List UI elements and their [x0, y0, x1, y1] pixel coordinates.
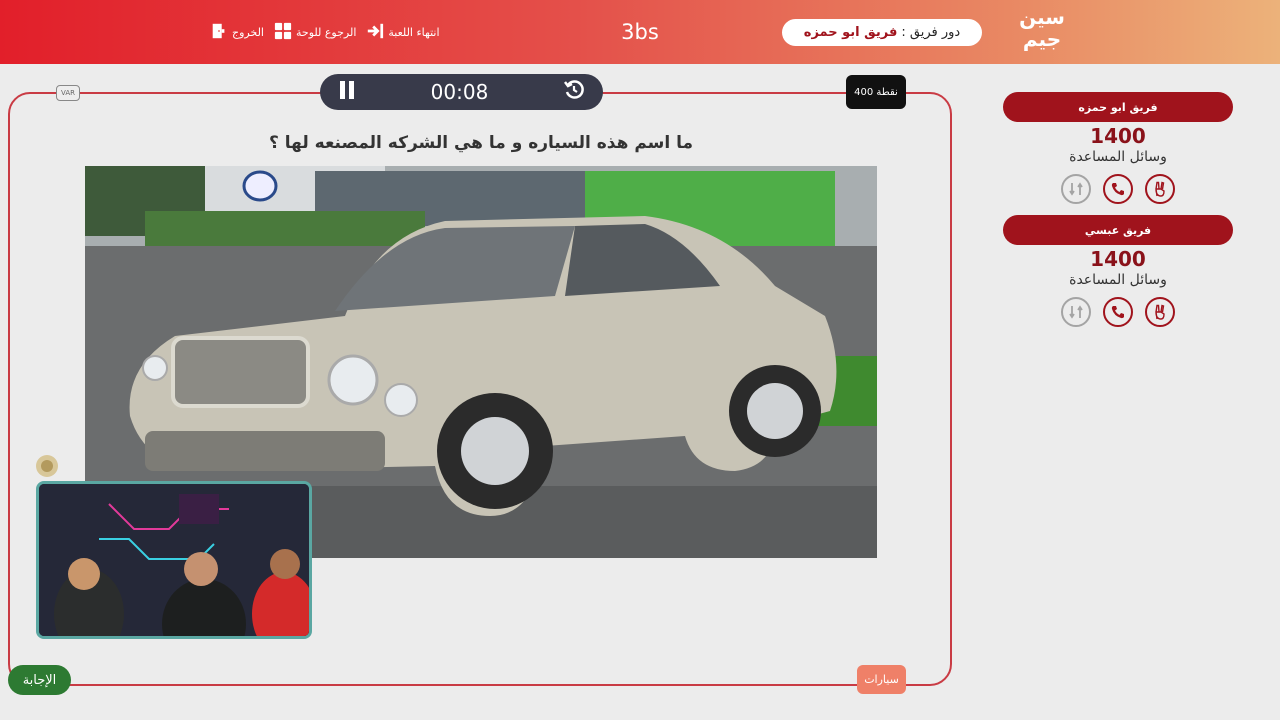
turn-team-name: فريق ابو حمزه — [803, 25, 898, 40]
room-code: 3bs — [621, 20, 659, 44]
help-tools-label: وسائل المساعدة — [1069, 272, 1167, 288]
end-game-link[interactable]: انتهاء اللعبة — [366, 22, 440, 43]
app-logo: سين جيم — [1016, 6, 1068, 58]
swap-icon[interactable] — [1061, 174, 1091, 204]
team-score: 1400 — [1090, 124, 1146, 148]
phone-icon[interactable] — [1103, 297, 1133, 327]
badge-sticker-icon — [36, 455, 58, 477]
back-to-board-link[interactable]: الرجوع للوحة — [274, 22, 356, 43]
question-text: ما اسم هذه السياره و ما هي الشركه المصنع… — [268, 133, 694, 153]
pause-icon[interactable] — [338, 80, 356, 104]
double-answer-icon[interactable] — [1145, 297, 1175, 327]
door-icon — [210, 22, 228, 43]
show-answer-button[interactable]: الإجابة — [8, 665, 71, 695]
team-card-1: فريق ابو حمزه 1400 وسائل المساعدة — [1003, 92, 1233, 204]
end-game-label: انتهاء اللعبة — [388, 26, 440, 39]
exit-game-link[interactable]: الخروج — [210, 22, 264, 43]
team-name: فريق عبسي — [1003, 215, 1233, 245]
exit-arrow-icon — [366, 22, 384, 43]
exit-game-label: الخروج — [232, 26, 264, 39]
logo-text: سين جيم — [1019, 5, 1065, 51]
timer-display: 00:08 — [430, 80, 489, 104]
header-nav: الخروج الرجوع للوحة انتهاء اللعبة — [210, 22, 440, 43]
timer-bar: 00:08 — [320, 74, 603, 110]
var-badge[interactable]: VAR — [56, 85, 80, 101]
back-to-board-label: الرجوع للوحة — [296, 26, 357, 39]
team-name: فريق ابو حمزه — [1003, 92, 1233, 122]
points-badge: 400 نقطة — [846, 75, 906, 109]
help-tools — [1003, 174, 1233, 204]
reset-timer-icon[interactable] — [563, 79, 585, 105]
swap-icon[interactable] — [1061, 297, 1091, 327]
turn-indicator: دور فريق : فريق ابو حمزه — [782, 19, 982, 46]
webcam-overlay — [36, 481, 312, 639]
help-tools — [1003, 297, 1233, 327]
team-card-2: فريق عبسي 1400 وسائل المساعدة — [1003, 215, 1233, 327]
category-badge: سيارات — [857, 665, 906, 694]
double-answer-icon[interactable] — [1145, 174, 1175, 204]
grid-icon — [274, 22, 292, 43]
help-tools-label: وسائل المساعدة — [1069, 149, 1167, 165]
phone-icon[interactable] — [1103, 174, 1133, 204]
turn-label: دور فريق : — [901, 25, 961, 40]
team-score: 1400 — [1090, 247, 1146, 271]
top-bar: سين جيم دور فريق : فريق ابو حمزه 3bs الخ… — [0, 0, 1280, 64]
